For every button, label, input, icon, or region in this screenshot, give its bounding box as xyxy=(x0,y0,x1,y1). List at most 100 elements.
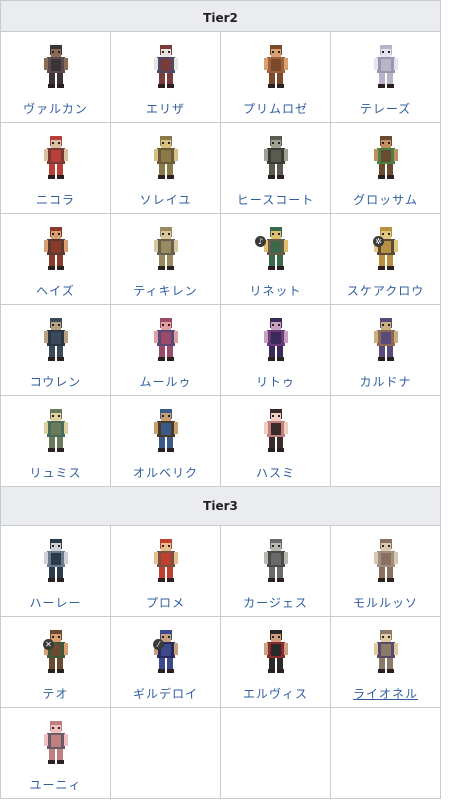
character-sprite-icon xyxy=(263,539,288,582)
gear-icon: ✲ xyxy=(373,236,384,247)
character-cell[interactable]: ⁄ ギルデロイ xyxy=(110,616,221,708)
character-name-link[interactable]: エリザ xyxy=(111,100,220,117)
character-name-link[interactable]: リトゥ xyxy=(221,373,330,390)
character-name-link[interactable]: ユーニィ xyxy=(1,776,110,793)
character-sprite-icon xyxy=(263,45,288,88)
character-name-link[interactable]: エルヴィス xyxy=(221,685,330,702)
character-cell[interactable]: ヒースコート xyxy=(220,122,331,214)
character-cell[interactable]: ティキレン xyxy=(110,213,221,305)
character-sprite-icon xyxy=(153,136,178,179)
character-name-link[interactable]: ライオネル xyxy=(331,685,440,702)
character-sprite-icon xyxy=(43,721,68,764)
character-sprite-icon xyxy=(43,136,68,179)
character-row: ✕ テオ ⁄ ギルデロイ エルヴィス ライオネル xyxy=(0,616,442,708)
character-name-link[interactable]: ハーレー xyxy=(1,594,110,611)
character-sprite-icon xyxy=(263,318,288,361)
character-cell[interactable]: モルルッソ xyxy=(329,525,442,617)
character-sprite-icon xyxy=(43,409,68,452)
character-name-link[interactable]: スケアクロウ xyxy=(331,282,440,299)
tier-header-row: Tier2 xyxy=(0,0,442,32)
character-cell[interactable]: リトゥ xyxy=(220,304,331,396)
character-tier-table-wrapper: Tier2 ヴァルカン エリザ プリムロゼ テレーズ ニコラ ソレイユ ヒースコ… xyxy=(0,0,442,799)
character-name-link[interactable]: プロメ xyxy=(111,594,220,611)
character-name-link[interactable]: コウレン xyxy=(1,373,110,390)
empty-cell xyxy=(329,707,442,799)
character-cell[interactable]: ライオネル xyxy=(329,616,442,708)
character-cell[interactable]: カージェス xyxy=(220,525,331,617)
character-row: コウレン ムールゥ リトゥ カルドナ xyxy=(0,304,442,396)
character-row: ヴァルカン エリザ プリムロゼ テレーズ xyxy=(0,31,442,123)
character-name-link[interactable]: ヘイズ xyxy=(1,282,110,299)
empty-cell xyxy=(220,707,331,799)
character-name-link[interactable]: プリムロゼ xyxy=(221,100,330,117)
character-sprite-icon xyxy=(263,136,288,179)
character-name-link[interactable]: リュミス xyxy=(1,464,110,481)
character-sprite-icon xyxy=(43,227,68,270)
close-icon: ✕ xyxy=(43,639,54,650)
character-name-link[interactable]: カルドナ xyxy=(331,373,440,390)
character-cell[interactable]: ソレイユ xyxy=(110,122,221,214)
character-sprite-icon xyxy=(373,539,398,582)
character-cell[interactable]: オルベリク xyxy=(110,395,221,487)
character-name-link[interactable]: グロッサム xyxy=(331,191,440,208)
character-cell[interactable]: ✲ スケアクロウ xyxy=(329,213,442,305)
character-row: ニコラ ソレイユ ヒースコート グロッサム xyxy=(0,122,442,214)
character-cell[interactable]: グロッサム xyxy=(329,122,442,214)
character-cell[interactable]: ニコラ xyxy=(0,122,111,214)
character-tier-table: Tier2 ヴァルカン エリザ プリムロゼ テレーズ ニコラ ソレイユ ヒースコ… xyxy=(0,0,442,799)
character-sprite-icon xyxy=(153,539,178,582)
character-cell[interactable]: プリムロゼ xyxy=(220,31,331,123)
mic-icon: ♪ xyxy=(255,236,266,247)
character-sprite-icon xyxy=(373,227,398,270)
tier-heading: Tier3 xyxy=(0,486,442,526)
character-name-link[interactable]: テオ xyxy=(1,685,110,702)
character-name-link[interactable]: テレーズ xyxy=(331,100,440,117)
character-cell[interactable]: ヴァルカン xyxy=(0,31,111,123)
character-name-link[interactable]: ムールゥ xyxy=(111,373,220,390)
character-sprite-icon xyxy=(263,227,288,270)
character-sprite-icon xyxy=(373,45,398,88)
character-name-link[interactable]: ヒースコート xyxy=(221,191,330,208)
character-row: ユーニィ xyxy=(0,707,442,799)
character-sprite-icon xyxy=(263,630,288,673)
character-sprite-icon xyxy=(153,630,178,673)
character-sprite-icon xyxy=(153,45,178,88)
character-name-link[interactable]: ヴァルカン xyxy=(1,100,110,117)
character-cell[interactable]: ムールゥ xyxy=(110,304,221,396)
character-sprite-icon xyxy=(43,318,68,361)
character-sprite-icon xyxy=(373,318,398,361)
slash-icon: ⁄ xyxy=(153,639,164,650)
character-cell[interactable]: リュミス xyxy=(0,395,111,487)
character-name-link[interactable]: ハスミ xyxy=(221,464,330,481)
character-cell[interactable]: エリザ xyxy=(110,31,221,123)
character-cell[interactable]: ✕ テオ xyxy=(0,616,111,708)
character-sprite-icon xyxy=(373,630,398,673)
character-name-link[interactable]: モルルッソ xyxy=(331,594,440,611)
character-name-link[interactable]: オルベリク xyxy=(111,464,220,481)
character-name-link[interactable]: ギルデロイ xyxy=(111,685,220,702)
character-cell[interactable]: ♪ リネット xyxy=(220,213,331,305)
character-name-link[interactable]: リネット xyxy=(221,282,330,299)
character-name-link[interactable]: ソレイユ xyxy=(111,191,220,208)
character-cell[interactable]: ハスミ xyxy=(220,395,331,487)
character-sprite-icon xyxy=(263,409,288,452)
character-cell[interactable]: ハーレー xyxy=(0,525,111,617)
character-sprite-icon xyxy=(153,227,178,270)
character-row: ヘイズ ティキレン ♪ リネット ✲ スケアクロウ xyxy=(0,213,442,305)
character-sprite-icon xyxy=(153,409,178,452)
character-cell[interactable]: テレーズ xyxy=(329,31,442,123)
tier-header-row: Tier3 xyxy=(0,486,442,526)
character-cell[interactable]: ユーニィ xyxy=(0,707,111,799)
character-sprite-icon xyxy=(153,318,178,361)
character-cell[interactable]: コウレン xyxy=(0,304,111,396)
character-cell[interactable]: ヘイズ xyxy=(0,213,111,305)
empty-cell xyxy=(110,707,221,799)
character-cell[interactable]: エルヴィス xyxy=(220,616,331,708)
character-name-link[interactable]: ティキレン xyxy=(111,282,220,299)
character-cell[interactable]: プロメ xyxy=(110,525,221,617)
character-name-link[interactable]: カージェス xyxy=(221,594,330,611)
character-cell[interactable]: カルドナ xyxy=(329,304,442,396)
tier-heading: Tier2 xyxy=(0,0,442,32)
character-sprite-icon xyxy=(43,45,68,88)
character-name-link[interactable]: ニコラ xyxy=(1,191,110,208)
